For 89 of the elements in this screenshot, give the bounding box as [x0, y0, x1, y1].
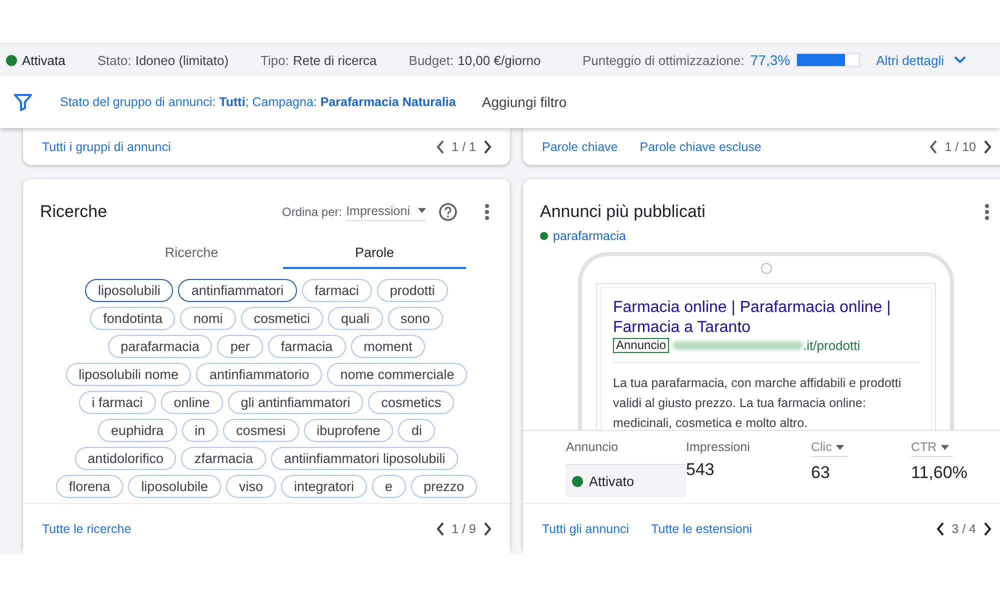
stat-value: 543 [686, 460, 716, 480]
word-chip[interactable]: quali [328, 307, 383, 330]
card-title: Annunci più pubblicati [540, 202, 706, 222]
word-chip[interactable]: antiinfiammatori liposolubili [270, 447, 458, 470]
next-page-icon[interactable] [983, 522, 992, 536]
page-count: 1 / 10 [944, 140, 976, 154]
sort-label: Ordina per: [282, 205, 342, 219]
footer-link[interactable]: Tutte le ricerche [42, 522, 132, 536]
previous-page-icon[interactable] [436, 522, 445, 536]
word-chip[interactable]: liposolubili [85, 279, 174, 302]
word-chip[interactable]: zfarmacia [181, 447, 266, 470]
page-count: 1 / 9 [452, 522, 476, 536]
word-chip[interactable]: gli antinfiammatori [228, 391, 364, 414]
page-count: 3 / 4 [952, 522, 976, 536]
sort-dropdown[interactable]: Impressioni [346, 204, 426, 220]
filter-icon[interactable] [14, 93, 32, 111]
ad-badge: Annuncio [613, 338, 670, 353]
ad-url: .it/prodotti [803, 338, 860, 353]
word-chip[interactable]: farmaci [302, 279, 372, 302]
word-chip[interactable]: cosmetici [240, 307, 324, 330]
word-chip[interactable]: parafarmacia [108, 335, 212, 358]
status-value: 10,00 €/giorno [458, 52, 541, 68]
word-chip[interactable]: di [398, 419, 435, 442]
status-label: Stato: [97, 52, 132, 68]
status-label: Budget: [408, 52, 454, 68]
stat-label: Impressioni [686, 440, 750, 454]
previous-page-icon[interactable] [436, 140, 445, 154]
ad-status: Attivato [589, 474, 634, 488]
word-chip[interactable]: per [217, 335, 263, 358]
page-count: 1 / 1 [452, 140, 476, 154]
word-chip[interactable]: integratori [281, 475, 368, 498]
word-chip[interactable]: cosmesi [223, 419, 299, 442]
card-title: Ricerche [40, 202, 108, 222]
next-page-icon[interactable] [983, 140, 992, 154]
word-chip[interactable]: moment [350, 335, 426, 358]
word-chip[interactable]: prezzo [410, 475, 478, 498]
more-options-icon[interactable] [484, 203, 490, 221]
word-chip[interactable]: fondotinta [90, 307, 176, 330]
campaign-status: Attivata [22, 52, 66, 68]
stat-label: Annuncio [566, 440, 618, 454]
previous-page-icon[interactable] [936, 522, 945, 536]
chevron-down-icon [954, 56, 966, 64]
status-label: Tipo: [260, 52, 289, 68]
word-chip[interactable]: liposolubile [128, 475, 221, 498]
word-chip[interactable]: cosmetics [368, 391, 454, 414]
status-value: Rete di ricerca [292, 52, 377, 68]
ad-headline: Farmacia online | Parafarmacia online | Farmacia a Taranto [613, 298, 892, 338]
ad-description: La tua parafarmacia, con marche affidabili e prodotti validi al giusto prezzo. La tua farmacia online: medicinali, cosmetica e molto altro. [613, 375, 902, 432]
word-chip[interactable]: viso [226, 475, 276, 498]
tab[interactable]: Parole [283, 237, 466, 269]
previous-page-icon[interactable] [928, 140, 938, 154]
footer-link[interactable]: Tutte le estensioni [651, 522, 752, 536]
word-chip[interactable]: nome commerciale [327, 363, 468, 386]
word-chip[interactable]: nomi [180, 307, 236, 330]
word-chip[interactable]: antinfiammatorio [196, 363, 322, 386]
stat-value: 11,60% [911, 463, 968, 483]
footer-link[interactable]: Tutti gli annunci [542, 522, 630, 536]
word-chip[interactable]: in [182, 419, 218, 442]
stat-label[interactable]: CTR [911, 440, 953, 457]
tab[interactable]: Ricerche [100, 237, 283, 269]
word-chip[interactable]: ibuprofene [304, 419, 394, 442]
more-options-icon[interactable] [984, 203, 990, 221]
next-page-icon[interactable] [483, 140, 492, 154]
add-filter-button[interactable]: Aggiungi filtro [482, 94, 567, 110]
camera-icon [760, 263, 772, 274]
word-chip[interactable]: antinfiammatori [178, 279, 297, 302]
word-chip[interactable]: prodotti [376, 279, 448, 302]
word-chip[interactable]: florena [56, 475, 124, 498]
footer-link[interactable]: Parole chiave escluse [640, 140, 762, 154]
word-chip[interactable]: liposolubili nome [66, 363, 192, 386]
footer-link[interactable]: Tutti i gruppi di annunci [42, 140, 171, 154]
footer-link[interactable]: Parole chiave [542, 140, 618, 154]
word-chip[interactable]: euphidra [98, 419, 177, 442]
word-chip[interactable]: antidolorifico [74, 447, 176, 470]
word-chip[interactable]: i farmaci [78, 391, 156, 414]
optimization-score: 77,3% [750, 52, 790, 68]
active-filter[interactable]: Stato del gruppo di annunci: Tutti; Campagna: Parafarmacia Naturalia [60, 95, 456, 109]
next-page-icon[interactable] [483, 522, 492, 536]
status-value: Idoneo (limitato) [135, 52, 229, 68]
help-icon[interactable] [438, 202, 458, 222]
stat-label[interactable]: Clic [811, 440, 848, 457]
details-link[interactable]: Altri dettagli [876, 52, 966, 68]
word-chip[interactable]: sono [388, 307, 443, 330]
word-chip[interactable]: farmacia [268, 335, 346, 358]
optimization-label: Punteggio di ottimizzazione: [582, 52, 744, 68]
word-chip[interactable]: online [160, 391, 223, 414]
stat-value: 63 [811, 463, 831, 483]
word-chip[interactable]: e [372, 475, 406, 498]
ad-group-link[interactable]: parafarmacia [553, 229, 626, 243]
